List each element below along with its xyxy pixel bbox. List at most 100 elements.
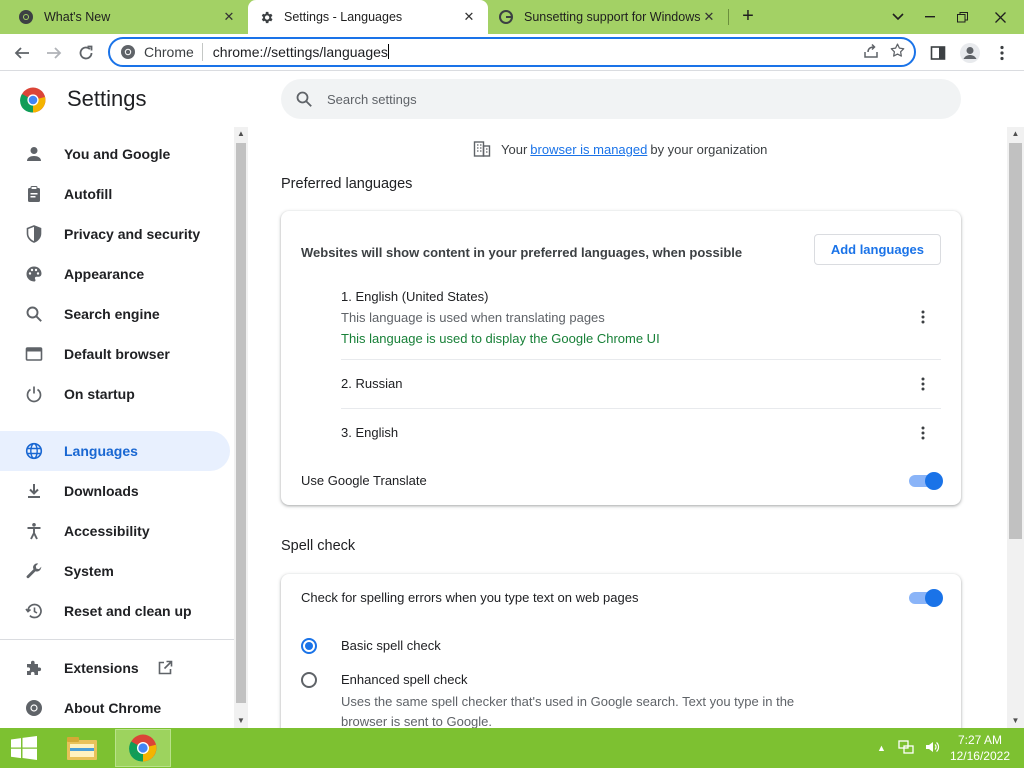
scroll-down-arrow-icon[interactable]: ▼ (234, 714, 248, 728)
minimize-icon[interactable] (914, 0, 946, 34)
sidebar-item-label: Downloads (64, 483, 139, 499)
scroll-down-arrow-icon[interactable]: ▼ (1007, 714, 1024, 728)
file-explorer-taskbar-icon[interactable] (54, 729, 110, 767)
settings-sidebar: You and Google Autofill Privacy and secu… (0, 127, 234, 728)
page-scrollbar[interactable]: ▲ ▼ (1007, 127, 1024, 728)
sidebar-scrollbar[interactable]: ▲ ▼ (234, 127, 248, 728)
language-more-actions-icon[interactable] (913, 374, 933, 394)
enhanced-spell-check-radio[interactable] (301, 672, 317, 688)
close-icon[interactable]: ✕ (220, 8, 238, 26)
sidebar-item-autofill[interactable]: Autofill (0, 174, 230, 214)
spell-check-card: Check for spelling errors when you type … (281, 574, 961, 744)
add-languages-button[interactable]: Add languages (813, 234, 941, 265)
toggle-knob (925, 472, 943, 490)
search-settings-box[interactable] (281, 79, 961, 119)
page-title: Settings (67, 86, 147, 111)
more-menu-icon[interactable] (988, 39, 1016, 67)
spell-check-toggle[interactable] (909, 589, 943, 607)
sidebar-item-search-engine[interactable]: Search engine (0, 294, 230, 334)
windows-start-icon[interactable] (10, 736, 38, 760)
palette-icon (23, 263, 45, 285)
language-more-actions-icon[interactable] (913, 307, 933, 327)
profile-avatar-icon[interactable] (956, 39, 984, 67)
sidebar-item-label: Reset and clean up (64, 603, 192, 619)
sidebar-item-label: Appearance (64, 266, 145, 282)
tab-search-chevron-icon[interactable] (882, 0, 914, 34)
new-tab-button[interactable]: + (736, 5, 760, 29)
url-value: chrome://settings/languages (212, 44, 388, 60)
windows-taskbar: ▲ 7:27 AM 12/16/2022 (0, 728, 1024, 768)
preferred-languages-card: Websites will show content in your prefe… (281, 211, 961, 505)
search-icon (23, 303, 45, 325)
close-icon[interactable]: ✕ (700, 8, 718, 26)
address-bar[interactable]: Chrome chrome://settings/languages (108, 37, 916, 67)
sidebar-item-privacy-and-security[interactable]: Privacy and security (0, 214, 230, 254)
back-arrow-icon[interactable] (8, 39, 36, 67)
chrome-logo-icon (20, 87, 46, 113)
chrome-tab-icon (18, 9, 34, 25)
tab-settings-languages[interactable]: Settings - Languages ✕ (248, 0, 488, 34)
restore-icon[interactable] (946, 0, 978, 34)
accessibility-icon (23, 520, 45, 542)
sidebar-item-reset-and-clean-up[interactable]: Reset and clean up (0, 591, 230, 631)
network-icon[interactable] (898, 739, 914, 758)
sidebar-item-label: You and Google (64, 146, 171, 162)
sidebar-item-on-startup[interactable]: On startup (0, 374, 230, 414)
tab-whats-new[interactable]: What's New ✕ (8, 0, 248, 34)
scrollbar-thumb[interactable] (1009, 143, 1022, 539)
sidebar-item-accessibility[interactable]: Accessibility (0, 511, 230, 551)
scroll-up-arrow-icon[interactable]: ▲ (234, 127, 248, 141)
sidebar-item-label: Accessibility (64, 523, 150, 539)
close-icon[interactable]: ✕ (460, 8, 478, 26)
bookmark-star-icon[interactable] (889, 42, 906, 62)
language-divider (341, 408, 941, 409)
share-icon[interactable] (863, 43, 879, 62)
search-input[interactable] (327, 91, 927, 107)
sidebar-item-system[interactable]: System (0, 551, 230, 591)
volume-icon[interactable] (924, 739, 940, 758)
search-icon (296, 91, 312, 107)
forward-arrow-icon[interactable] (40, 39, 68, 67)
sidebar-item-default-browser[interactable]: Default browser (0, 334, 230, 374)
language-translate-note: This language is used when translating p… (341, 310, 605, 325)
browser-window-icon (23, 343, 45, 365)
sidebar-item-appearance[interactable]: Appearance (0, 254, 230, 294)
google-translate-toggle[interactable] (909, 472, 943, 490)
download-icon (23, 480, 45, 502)
url-text[interactable]: chrome://settings/languages (203, 44, 863, 60)
sidebar-item-about-chrome[interactable]: About Chrome (0, 688, 230, 728)
tab-title: Sunsetting support for Windows (524, 10, 700, 24)
sidebar-item-extensions[interactable]: Extensions (0, 648, 230, 688)
managed-notice: Your browser is managed by your organiza… (473, 140, 767, 158)
taskbar-clock[interactable]: 7:27 AM 12/16/2022 (950, 732, 1010, 764)
languages-description: Websites will show content in your prefe… (301, 245, 743, 260)
sidebar-item-label: System (64, 563, 114, 579)
enhanced-spell-check-label[interactable]: Enhanced spell check (341, 672, 467, 687)
close-window-icon[interactable] (984, 0, 1016, 34)
side-panel-icon[interactable] (924, 39, 952, 67)
basic-spell-check-label[interactable]: Basic spell check (341, 638, 441, 653)
reload-icon[interactable] (72, 39, 100, 67)
browser-is-managed-link[interactable]: browser is managed (530, 142, 647, 157)
clock-time: 7:27 AM (957, 733, 1002, 747)
tab-sunsetting-support[interactable]: Sunsetting support for Windows ✕ (488, 0, 728, 34)
basic-spell-check-radio[interactable] (301, 638, 317, 654)
scrollbar-thumb[interactable] (236, 143, 246, 703)
puzzle-icon (23, 657, 45, 679)
chrome-logo-icon (23, 697, 45, 719)
sidebar-item-you-and-google[interactable]: You and Google (0, 134, 230, 174)
chrome-taskbar-icon[interactable] (115, 729, 171, 767)
sidebar-item-label: Search engine (64, 306, 160, 322)
building-icon (473, 141, 491, 157)
sidebar-item-languages[interactable]: Languages (0, 431, 230, 471)
tab-separator (728, 9, 729, 25)
managed-prefix: Your (501, 141, 528, 157)
scroll-up-arrow-icon[interactable]: ▲ (1007, 127, 1024, 141)
show-hidden-icons-icon[interactable]: ▲ (877, 743, 886, 753)
person-icon (23, 143, 45, 165)
omnibox-chip[interactable]: Chrome (110, 43, 203, 61)
sidebar-item-downloads[interactable]: Downloads (0, 471, 230, 511)
language-more-actions-icon[interactable] (913, 423, 933, 443)
system-tray: ▲ 7:27 AM 12/16/2022 (877, 728, 1024, 768)
sidebar-item-label: About Chrome (64, 700, 162, 716)
